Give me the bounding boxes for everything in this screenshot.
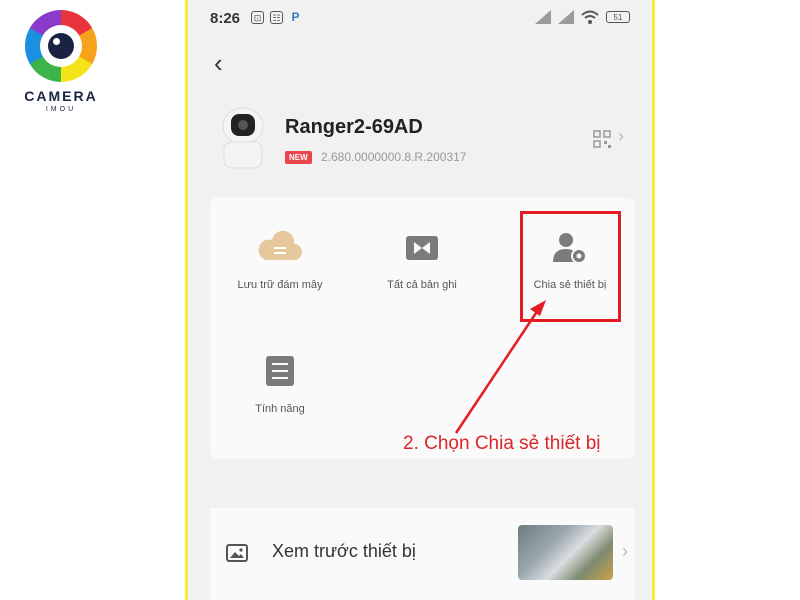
- logo-subtext: IMOU: [45, 106, 77, 113]
- lens-ring-icon: [25, 10, 97, 82]
- device-preview-row[interactable]: Xem trước thiết bị ›: [210, 508, 634, 600]
- chevron-right-icon: ›: [622, 541, 628, 561]
- logo-wordmark: CAMERA: [24, 88, 98, 104]
- camera-imou-logo: CAMERA IMOU: [14, 10, 108, 120]
- preview-thumbnail: [518, 525, 613, 580]
- annotation-text: 2. Chọn Chia sẻ thiết bị: [403, 433, 601, 454]
- phone-screen: 8:26 ⊡ ☷ P 51 ‹ Ranger2-69AD NEW 2.680.0…: [185, 0, 655, 600]
- device-preview-label: Xem trước thiết bị: [272, 541, 416, 561]
- image-icon: [226, 544, 248, 562]
